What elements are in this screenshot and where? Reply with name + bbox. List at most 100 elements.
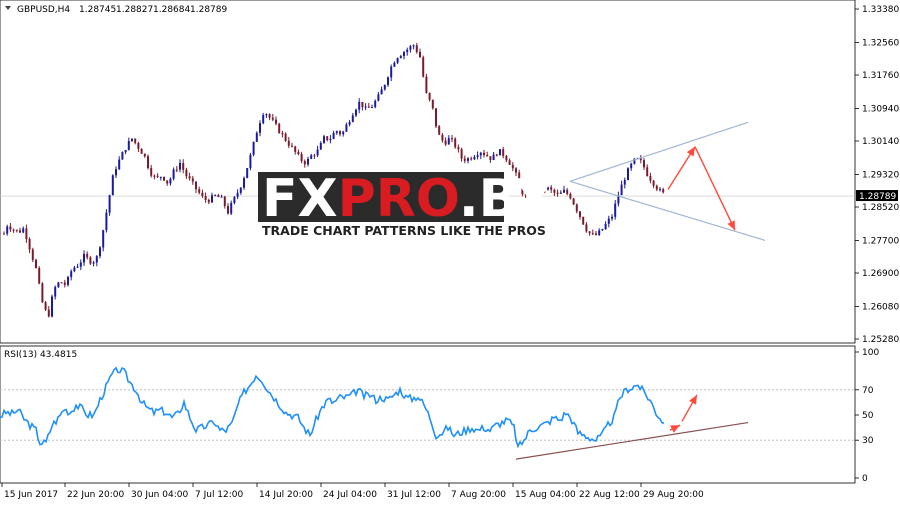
candle-body bbox=[582, 216, 585, 225]
candle-body bbox=[246, 168, 249, 179]
candle-body bbox=[627, 168, 629, 181]
candle-body bbox=[297, 151, 300, 155]
candle-body bbox=[428, 92, 431, 100]
candle-body bbox=[425, 76, 428, 93]
candle-body bbox=[377, 94, 380, 101]
candle-body bbox=[265, 114, 268, 116]
candle-body bbox=[182, 163, 185, 170]
watermark-title: FXPRO.BY bbox=[262, 169, 554, 229]
candle-body bbox=[230, 202, 233, 214]
candle-body bbox=[502, 149, 505, 156]
candle-body bbox=[326, 136, 329, 141]
candle-body bbox=[611, 216, 613, 219]
candle-body bbox=[588, 231, 591, 234]
candle-body bbox=[79, 262, 82, 267]
time-tick-label: 22 Aug 12:00 bbox=[579, 490, 640, 500]
candle-body bbox=[28, 239, 31, 250]
candle-body bbox=[495, 154, 498, 156]
candle-body bbox=[508, 160, 511, 165]
candle-body bbox=[115, 169, 117, 176]
candle-body bbox=[383, 84, 386, 90]
current-price-label: 1.28789 bbox=[859, 192, 896, 202]
time-tick-label: 24 Jul 04:00 bbox=[323, 490, 377, 500]
candle-body bbox=[339, 131, 341, 135]
candle-body bbox=[195, 181, 197, 190]
candle-body bbox=[252, 141, 255, 155]
candle-body bbox=[460, 149, 463, 159]
candle-body bbox=[175, 169, 178, 171]
time-tick-label: 7 Jul 12:00 bbox=[195, 490, 244, 500]
candle-body bbox=[67, 277, 69, 285]
candle-body bbox=[150, 168, 153, 176]
candle-body bbox=[307, 158, 309, 165]
candle-body bbox=[278, 123, 281, 134]
candle-body bbox=[467, 158, 469, 161]
candle-body bbox=[351, 115, 354, 122]
candle-body bbox=[569, 193, 572, 199]
candle-body bbox=[595, 233, 597, 235]
price-tick-label: 1.30940 bbox=[862, 104, 899, 114]
time-tick-label: 15 Jun 2017 bbox=[4, 490, 58, 500]
candle-body bbox=[153, 175, 156, 177]
candle-body bbox=[419, 52, 421, 58]
price-header: GBPUSD,H4 1.28745 1.28827 1.28684 1.2878… bbox=[5, 5, 227, 15]
candle-body bbox=[335, 131, 338, 133]
candle-body bbox=[262, 115, 265, 124]
symbol-header: GBPUSD,H4 bbox=[17, 5, 70, 15]
rsi-panel bbox=[0, 345, 856, 484]
candle-body bbox=[364, 106, 367, 108]
candle-body bbox=[255, 132, 258, 142]
candle-body bbox=[303, 160, 306, 165]
candle-body bbox=[649, 175, 652, 181]
candle-body bbox=[86, 253, 89, 258]
candle-body bbox=[422, 57, 425, 77]
ohlc-low: 1.28684 bbox=[153, 5, 190, 15]
candle-body bbox=[438, 126, 441, 135]
candle-body bbox=[73, 267, 76, 272]
candle-body bbox=[220, 196, 223, 198]
candle-body bbox=[44, 302, 47, 310]
candle-body bbox=[3, 233, 5, 235]
candle-body bbox=[211, 195, 213, 203]
candle-body bbox=[131, 138, 133, 141]
candle-body bbox=[57, 282, 60, 288]
price-tick-label: 1.26080 bbox=[862, 302, 899, 312]
candle-body bbox=[486, 155, 489, 157]
candle-body bbox=[499, 149, 501, 156]
candle-body bbox=[185, 169, 188, 177]
candle-body bbox=[332, 132, 335, 139]
candle-body bbox=[31, 249, 34, 260]
candle-body bbox=[188, 176, 191, 179]
candle-body bbox=[249, 154, 252, 169]
price-tick-label: 1.26900 bbox=[862, 269, 899, 279]
candle-body bbox=[473, 157, 476, 160]
candle-body bbox=[444, 140, 447, 145]
candle-body bbox=[342, 131, 345, 135]
candle-body bbox=[591, 233, 594, 235]
rsi-tick-label: 100 bbox=[862, 348, 879, 358]
candle-body bbox=[83, 253, 85, 263]
candle-body bbox=[191, 178, 194, 182]
candle-body bbox=[483, 152, 485, 156]
candle-body bbox=[198, 189, 201, 193]
candle-body bbox=[137, 142, 140, 149]
candle-body bbox=[403, 52, 405, 57]
rsi-tick-label: 0 bbox=[862, 474, 868, 484]
candle-body bbox=[492, 154, 495, 161]
candle-body bbox=[396, 58, 399, 63]
candle-body bbox=[159, 176, 162, 178]
candle-body bbox=[579, 211, 581, 217]
candle-body bbox=[361, 101, 364, 108]
candle-body bbox=[271, 117, 274, 120]
candle-body bbox=[63, 282, 66, 285]
time-tick-label: 29 Aug 20:00 bbox=[643, 490, 704, 500]
candle-body bbox=[134, 138, 137, 143]
price-tick-label: 1.31760 bbox=[862, 71, 899, 81]
candle-body bbox=[409, 46, 412, 50]
candle-body bbox=[659, 189, 661, 191]
candle-body bbox=[399, 56, 402, 59]
candle-body bbox=[607, 218, 610, 224]
candle-body bbox=[166, 180, 169, 184]
candle-body bbox=[406, 49, 409, 53]
watermark-by: .BY bbox=[459, 169, 555, 229]
